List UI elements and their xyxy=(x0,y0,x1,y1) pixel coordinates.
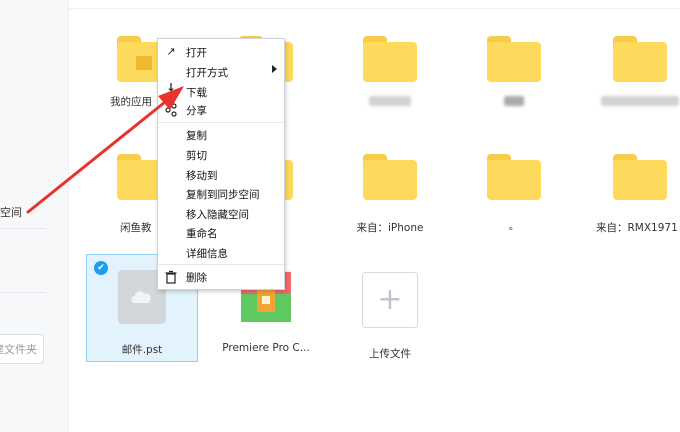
trash-icon xyxy=(165,270,177,284)
folder-icon xyxy=(487,154,541,200)
briefcase-icon xyxy=(136,56,152,70)
folder-item-blurred[interactable] xyxy=(458,36,570,109)
folder-item-blurred[interactable] xyxy=(334,36,446,109)
sidebar-divider xyxy=(0,292,46,293)
folder-icon xyxy=(613,154,667,200)
menu-item-open[interactable]: 打开 xyxy=(186,45,207,60)
chevron-right-icon xyxy=(272,65,277,73)
menu-item-details[interactable]: 详细信息 xyxy=(186,246,228,261)
download-icon: ↓ xyxy=(166,81,176,94)
plus-icon: + xyxy=(377,282,403,317)
folder-icon xyxy=(613,36,667,82)
menu-item-cut[interactable]: 剪切 xyxy=(186,148,207,163)
blurred-text xyxy=(369,96,411,106)
menu-item-rename[interactable]: 重命名 xyxy=(186,226,218,241)
folder-label-blurred xyxy=(334,96,446,109)
folder-label-blurred xyxy=(458,96,570,109)
file-label: 邮件.pst xyxy=(121,344,163,356)
folder-item-blurred[interactable] xyxy=(584,36,680,109)
folder-icon xyxy=(363,154,417,200)
folder-label: 来自：iPhone xyxy=(356,222,424,234)
folder-label: 来自：RMX1971 xyxy=(596,222,678,234)
menu-item-copy[interactable]: 复制 xyxy=(186,128,207,143)
cloud-icon xyxy=(131,291,151,303)
folder-from-rmx1971[interactable]: 来自：RMX1971 xyxy=(584,154,680,235)
folder-label-blurred xyxy=(584,96,680,109)
menu-item-move-to[interactable]: 移动到 xyxy=(186,168,218,183)
folder-from-iphone[interactable]: 来自：iPhone xyxy=(334,154,446,235)
menu-item-share[interactable]: 分享 xyxy=(186,103,207,118)
open-icon: ↗ xyxy=(166,45,176,58)
sidebar-divider xyxy=(0,228,46,229)
share-icon xyxy=(165,103,177,117)
new-folder-button[interactable]: 建文件夹 xyxy=(0,334,44,364)
menu-item-download[interactable]: 下载 xyxy=(186,85,207,100)
blurred-text xyxy=(504,96,524,106)
header-divider xyxy=(68,8,680,9)
folder-icon xyxy=(363,36,417,82)
upload-box[interactable]: + xyxy=(362,272,418,328)
menu-item-delete[interactable]: 删除 xyxy=(186,270,207,285)
folder-dot[interactable]: 。 xyxy=(458,154,570,233)
file-label: Premiere Pro C... xyxy=(222,342,310,354)
menu-separator xyxy=(158,264,284,265)
sidebar-item-space[interactable]: 空间 xyxy=(0,204,22,220)
upload-label: 上传文件 xyxy=(369,348,411,360)
sidebar: 空间 建文件夹 xyxy=(0,0,69,432)
folder-icon xyxy=(487,36,541,82)
menu-item-open-with[interactable]: 打开方式 xyxy=(186,65,228,80)
menu-separator xyxy=(158,122,284,123)
blurred-text xyxy=(601,96,679,106)
menu-item-copy-to-sync[interactable]: 复制到同步空间 xyxy=(186,187,260,202)
menu-item-move-to-hidden[interactable]: 移入隐藏空间 xyxy=(186,207,249,222)
folder-label: 。 xyxy=(508,220,520,232)
upload-file-button[interactable]: + 上传文件 xyxy=(334,272,446,361)
context-menu: ↗ 打开 打开方式 ↓ 下载 分享 复制 剪切 移动到 复制到同步空间 移入隐藏… xyxy=(157,38,285,290)
